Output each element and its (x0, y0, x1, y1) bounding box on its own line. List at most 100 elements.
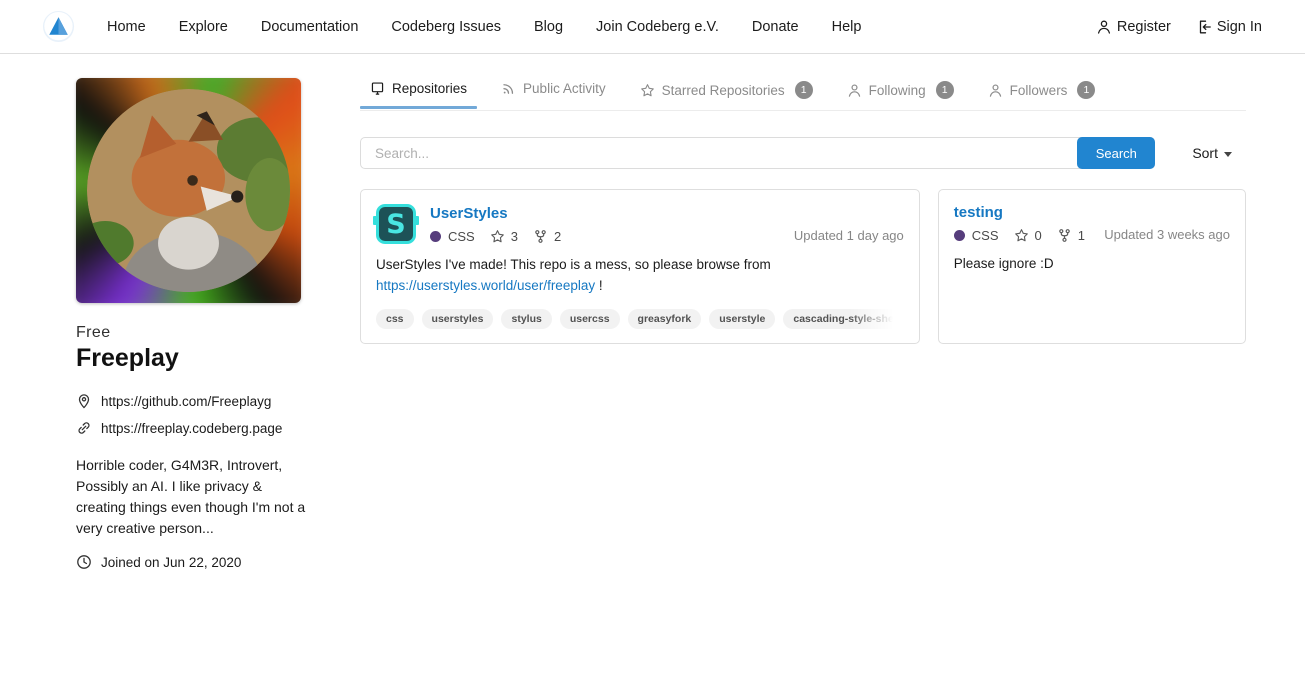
link-icon (76, 420, 92, 436)
nav-links: Home Explore Documentation Codeberg Issu… (107, 19, 861, 35)
location-pin-icon (76, 393, 92, 409)
profile-joined-row: Joined on Jun 22, 2020 (76, 554, 308, 570)
topic-chip[interactable]: usercss (560, 309, 620, 329)
tab-public-activity-label: Public Activity (523, 81, 606, 96)
sign-in-icon (1196, 19, 1212, 35)
search-button[interactable]: Search (1077, 137, 1155, 169)
language-dot (430, 231, 441, 242)
profile-tabs: Repositories Public Activity Starred Rep… (360, 78, 1246, 111)
followers-count-badge: 1 (1077, 81, 1095, 99)
star-count-value: 0 (1035, 228, 1042, 243)
fox-avatar-photo (87, 89, 290, 292)
register-link[interactable]: Register (1096, 19, 1171, 35)
chevron-down-icon (1224, 152, 1232, 157)
language-dot (954, 230, 965, 241)
star-icon (490, 229, 505, 244)
language-label: CSS (448, 229, 475, 244)
language-label: CSS (972, 228, 999, 243)
description-text-tail: ! (595, 278, 603, 293)
repo-updated-time: Updated 3 weeks ago (1104, 227, 1230, 243)
repo-meta-row: CSS 3 (430, 229, 561, 244)
clock-icon (76, 554, 92, 570)
nav-link-explore[interactable]: Explore (179, 19, 228, 35)
top-navbar: Home Explore Documentation Codeberg Issu… (0, 0, 1305, 54)
nav-link-blog[interactable]: Blog (534, 19, 563, 35)
fork-count[interactable]: 1 (1057, 228, 1085, 243)
star-count[interactable]: 3 (490, 229, 518, 244)
card-head-left: S UserStyles CSS 3 (376, 204, 561, 244)
topic-chip[interactable]: userstyles (422, 309, 494, 329)
tab-public-activity[interactable]: Public Activity (491, 78, 616, 107)
star-icon (1014, 228, 1029, 243)
main-panel: Repositories Public Activity Starred Rep… (360, 78, 1246, 344)
page-content: Free Freeplay https://github.com/Freepla… (0, 54, 1305, 570)
description-link[interactable]: https://userstyles.world/user/freeplay (376, 278, 595, 293)
profile-meta-list: https://github.com/Freeplayg https://fre… (76, 393, 308, 436)
userstyles-repo-avatar: S (376, 204, 416, 244)
profile-username: Freeplay (76, 344, 308, 373)
tab-repositories[interactable]: Repositories (360, 78, 477, 107)
tab-repositories-label: Repositories (392, 81, 467, 96)
card-head-left: testing CSS 0 (954, 204, 1085, 243)
nav-link-codeberg-issues[interactable]: Codeberg Issues (391, 19, 501, 35)
profile-full-name: Free (76, 324, 308, 342)
profile-website-row: https://freeplay.codeberg.page (76, 420, 308, 436)
repo-name-link[interactable]: UserStyles (430, 205, 561, 222)
repo-topics: css userstyles stylus usercss greasyfork… (376, 309, 904, 329)
person-icon (1096, 19, 1112, 35)
repo-card-testing: testing CSS 0 (938, 189, 1246, 344)
repo-name-link[interactable]: testing (954, 204, 1085, 221)
repo-card-userstyles: S UserStyles CSS 3 (360, 189, 920, 344)
profile-bio: Horrible coder, G4M3R, Introvert, Possib… (76, 455, 308, 539)
tab-starred-label: Starred Repositories (662, 83, 785, 98)
topic-chip[interactable]: css (376, 309, 414, 329)
nav-link-documentation[interactable]: Documentation (261, 19, 359, 35)
repo-card-list: S UserStyles CSS 3 (360, 189, 1246, 344)
card-head: testing CSS 0 (954, 204, 1230, 243)
topic-chip[interactable]: stylus (501, 309, 551, 329)
profile-location-row: https://github.com/Freeplayg (76, 393, 308, 409)
repositories-icon (370, 81, 385, 96)
search-box: Search (360, 137, 1155, 169)
profile-joined-text: Joined on Jun 22, 2020 (101, 555, 241, 570)
sort-label: Sort (1192, 145, 1218, 161)
star-count-value: 3 (511, 229, 518, 244)
sign-in-label: Sign In (1217, 19, 1262, 35)
tab-followers[interactable]: Followers 1 (978, 78, 1106, 110)
fork-count-value: 1 (1078, 228, 1085, 243)
profile-location-text: https://github.com/Freeplayg (101, 394, 271, 409)
repo-meta-row: CSS 0 (954, 228, 1085, 243)
fork-icon (1057, 228, 1072, 243)
nav-link-join-codeberg[interactable]: Join Codeberg e.V. (596, 19, 719, 35)
topic-chip[interactable]: userstyle (709, 309, 775, 329)
repo-description: UserStyles I've made! This repo is a mes… (376, 255, 904, 297)
rss-icon (501, 81, 516, 96)
codeberg-logo[interactable] (42, 10, 75, 43)
sort-dropdown[interactable]: Sort (1192, 145, 1232, 161)
profile-sidebar: Free Freeplay https://github.com/Freepla… (76, 78, 308, 570)
nav-link-home[interactable]: Home (107, 19, 146, 35)
nav-link-donate[interactable]: Donate (752, 19, 799, 35)
tab-following[interactable]: Following 1 (837, 78, 964, 110)
fork-count-value: 2 (554, 229, 561, 244)
repo-updated-time: Updated 1 day ago (794, 228, 904, 244)
topic-chip[interactable]: cascading-style-she (783, 309, 903, 329)
topic-chip[interactable]: greasyfork (628, 309, 702, 329)
description-text: UserStyles I've made! This repo is a mes… (376, 257, 771, 272)
profile-website-link[interactable]: https://freeplay.codeberg.page (101, 421, 282, 436)
star-count[interactable]: 0 (1014, 228, 1042, 243)
fork-count[interactable]: 2 (533, 229, 561, 244)
fork-icon (533, 229, 548, 244)
repo-description: Please ignore :D (954, 254, 1230, 275)
repo-title-stack: testing CSS 0 (954, 204, 1085, 243)
nav-link-help[interactable]: Help (832, 19, 862, 35)
person-icon (847, 83, 862, 98)
repo-search-row: Search Sort (360, 137, 1246, 169)
following-count-badge: 1 (936, 81, 954, 99)
sign-in-link[interactable]: Sign In (1196, 19, 1262, 35)
tab-following-label: Following (869, 83, 926, 98)
user-avatar[interactable] (76, 78, 301, 303)
tab-starred-repositories[interactable]: Starred Repositories 1 (630, 78, 823, 110)
search-input[interactable] (360, 137, 1155, 169)
starred-count-badge: 1 (795, 81, 813, 99)
